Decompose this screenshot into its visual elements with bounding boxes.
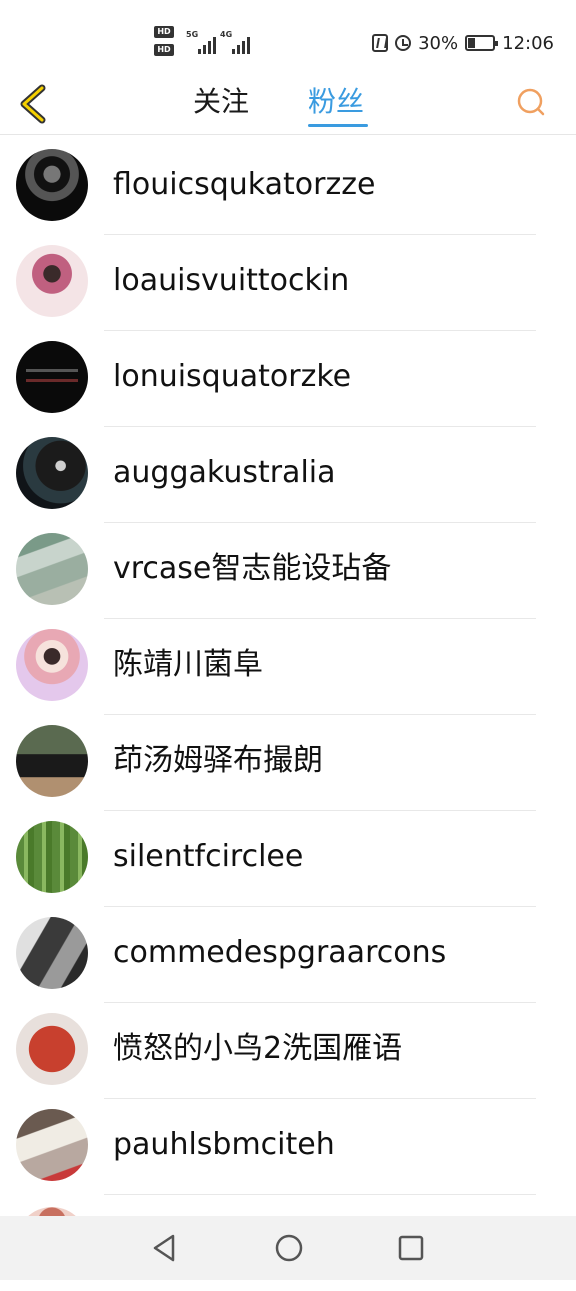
avatar[interactable] [16,821,88,893]
list-item[interactable]: vrcase智志能设玷备 [0,523,576,619]
active-tab-indicator [308,124,368,127]
avatar[interactable] [16,245,88,317]
avatar[interactable] [16,629,88,701]
list-item[interactable]: auggakustralia [0,427,576,523]
battery-percent: 30% [418,32,459,54]
status-bar: HD HD 5G 4G 30% 12:06 [0,0,576,76]
system-nav-bar [0,1216,576,1280]
network-type-label: 4G [220,30,233,39]
status-time: 12:06 [502,32,554,54]
list-item[interactable]: flouicsqukatorzze [0,139,576,235]
follower-name: vrcase智志能设玷备 [113,551,392,586]
recents-square-icon[interactable] [397,1233,425,1267]
avatar[interactable] [16,1109,88,1181]
list-item[interactable]: 陈靖川菌阜 [0,619,576,715]
follower-name: commedespgraarcons [113,935,447,970]
follower-name: auggakustralia [113,455,336,490]
search-icon[interactable] [516,88,546,118]
tab-fans[interactable]: 粉丝 [308,82,364,122]
list-item[interactable]: commedespgraarcons [0,907,576,1003]
chevron-left-icon[interactable] [18,84,48,124]
hd-badge: HD [154,44,174,56]
tab-following[interactable]: 关注 [193,82,249,122]
follower-name: loauisvuittockin [113,263,350,298]
hd-badge: HD [154,26,174,38]
followers-list: flouicsqukatorzze loauisvuittockin lonui… [0,139,576,1291]
signal-icon [198,34,216,54]
status-icons: 30% 12:06 [372,30,554,56]
follower-name: pauhlsbmciteh [113,1127,335,1162]
avatar[interactable] [16,341,88,413]
nfc-icon [372,34,389,52]
list-item[interactable]: silentfcirclee [0,811,576,907]
list-item[interactable]: loauisvuittockin [0,235,576,331]
signal-icon [232,34,250,54]
avatar[interactable] [16,149,88,221]
avatar[interactable] [16,725,88,797]
battery-icon [465,35,499,51]
top-nav: 关注 粉丝 [0,76,576,135]
list-item[interactable]: pauhlsbmciteh [0,1099,576,1195]
home-circle-icon[interactable] [274,1233,304,1267]
list-item[interactable]: lonuisquatorzke [0,331,576,427]
network-type-label: 5G [186,30,199,39]
alarm-icon [395,35,412,51]
list-item[interactable]: 愤怒的小鸟2洗国雁语 [0,1003,576,1099]
follower-name: 茚汤姆驿布撮朗 [113,743,323,778]
follower-name: 陈靖川菌阜 [113,647,263,682]
avatar[interactable] [16,1013,88,1085]
follower-name: lonuisquatorzke [113,359,352,394]
back-triangle-icon[interactable] [151,1233,177,1267]
avatar[interactable] [16,437,88,509]
avatar[interactable] [16,533,88,605]
follower-name: flouicsqukatorzze [113,167,376,202]
avatar[interactable] [16,917,88,989]
follower-name: 愤怒的小鸟2洗国雁语 [113,1031,403,1066]
list-item[interactable]: 茚汤姆驿布撮朗 [0,715,576,811]
follower-name: silentfcirclee [113,839,304,874]
